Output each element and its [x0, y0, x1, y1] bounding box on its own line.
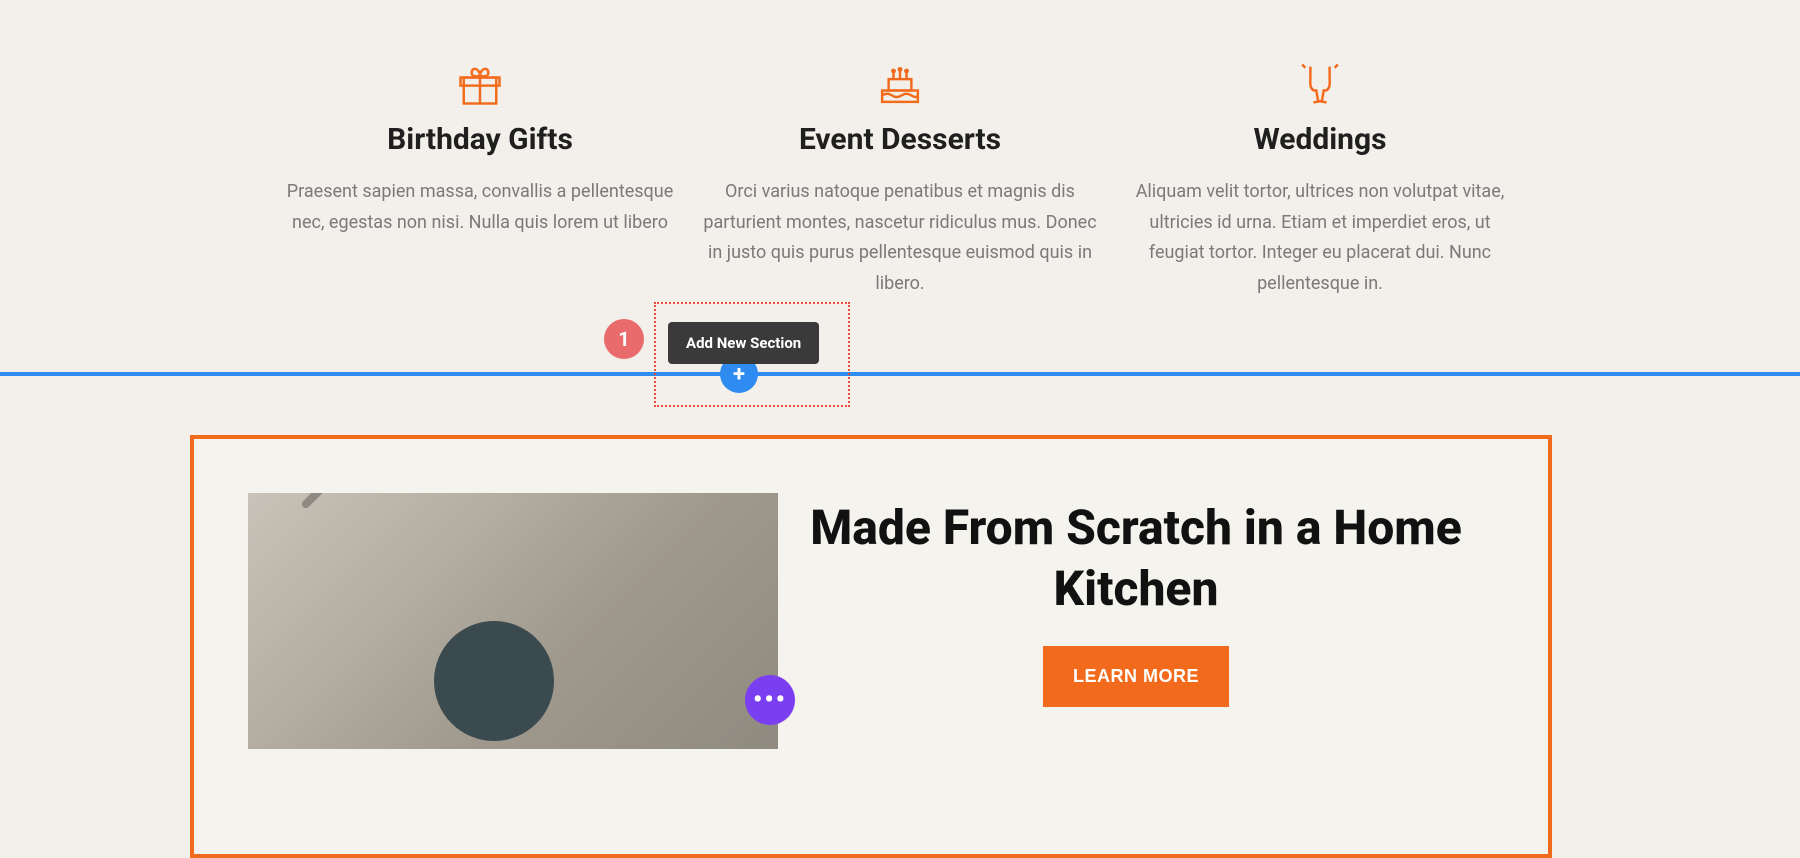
dots-icon: ••• — [753, 685, 787, 715]
feature-desc: Orci varius natoque penatibus et magnis … — [700, 177, 1100, 299]
plus-icon: + — [733, 362, 745, 387]
hero-section[interactable]: Made From Scratch in a Home Kitchen LEAR… — [190, 435, 1552, 858]
feature-title: Birthday Gifts — [280, 122, 680, 157]
feature-desserts: Event Desserts Orci varius natoque penat… — [700, 58, 1100, 299]
feature-birthday: Birthday Gifts Praesent sapien massa, co… — [280, 58, 680, 299]
feature-desc: Aliquam velit tortor, ultrices non volut… — [1120, 177, 1520, 299]
hero-heading: Made From Scratch in a Home Kitchen — [778, 497, 1494, 620]
cake-icon — [700, 58, 1100, 110]
hero-text-col: Made From Scratch in a Home Kitchen LEAR… — [778, 493, 1494, 854]
feature-weddings: Weddings Aliquam velit tortor, ultrices … — [1120, 58, 1520, 299]
learn-more-button[interactable]: LEARN MORE — [1043, 646, 1229, 707]
features-row: Birthday Gifts Praesent sapien massa, co… — [0, 0, 1800, 299]
more-options-fab[interactable]: ••• — [745, 675, 795, 725]
gift-icon — [280, 58, 680, 110]
add-section-tooltip: Add New Section — [668, 322, 819, 364]
feature-title: Event Desserts — [700, 122, 1100, 157]
cheers-icon — [1120, 58, 1520, 110]
section-divider — [0, 372, 1800, 376]
feature-title: Weddings — [1120, 122, 1520, 157]
hero-image[interactable] — [248, 493, 778, 749]
step-badge: 1 — [604, 319, 644, 359]
feature-desc: Praesent sapien massa, convallis a pelle… — [280, 177, 680, 238]
hero-inner: Made From Scratch in a Home Kitchen LEAR… — [194, 439, 1548, 854]
